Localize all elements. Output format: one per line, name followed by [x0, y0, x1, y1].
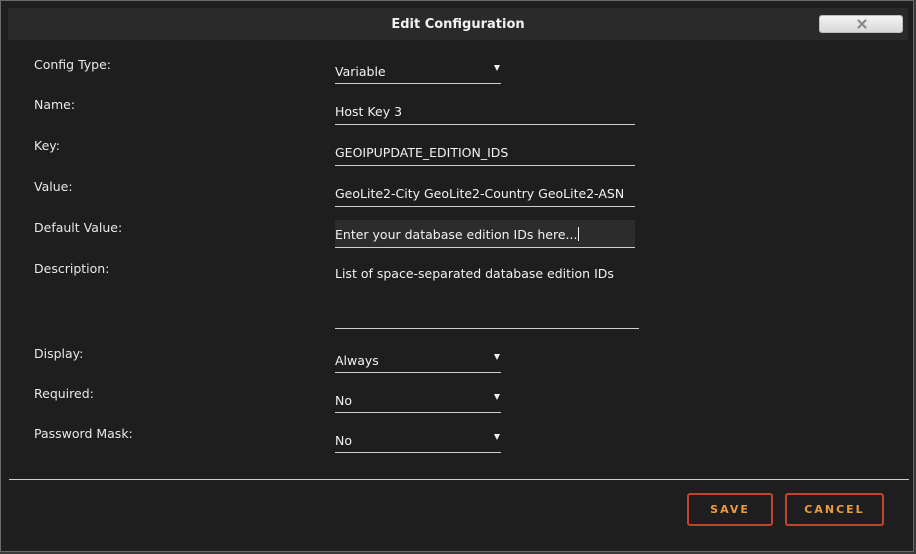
value-input[interactable]: GeoLite2-City GeoLite2-Country GeoLite2-… — [335, 179, 635, 207]
caret-down-icon — [494, 394, 500, 400]
default-value-input[interactable]: Enter your database edition IDs here... — [335, 220, 635, 248]
key-label: Key: — [34, 138, 60, 153]
name-input[interactable]: Host Key 3 — [335, 97, 635, 125]
password-mask-value: No — [335, 433, 352, 448]
dialog-titlebar: Edit Configuration — [8, 8, 908, 40]
config-type-value: Variable — [335, 64, 386, 79]
close-button[interactable] — [819, 15, 903, 33]
key-input[interactable]: GEOIPUPDATE_EDITION_IDS — [335, 138, 635, 166]
description-label: Description: — [34, 261, 110, 276]
footer-divider — [9, 479, 909, 480]
password-mask-select[interactable]: No — [335, 429, 501, 453]
config-type-label: Config Type: — [34, 57, 112, 72]
value-value: GeoLite2-City GeoLite2-Country GeoLite2-… — [335, 186, 625, 201]
description-textarea[interactable]: List of space-separated database edition… — [335, 263, 639, 329]
caret-down-icon — [494, 434, 500, 440]
display-select[interactable]: Always — [335, 349, 501, 373]
caret-down-icon — [494, 65, 500, 71]
text-cursor — [578, 227, 580, 241]
dialog-title: Edit Configuration — [391, 17, 525, 32]
cancel-button[interactable]: CANCEL — [785, 493, 884, 526]
required-value: No — [335, 393, 352, 408]
default-value-label: Default Value: — [34, 220, 123, 235]
required-label: Required: — [34, 386, 94, 401]
description-value: List of space-separated database edition… — [335, 266, 614, 281]
default-value-text: Enter your database edition IDs here... — [335, 227, 580, 242]
key-value: GEOIPUPDATE_EDITION_IDS — [335, 145, 509, 160]
password-mask-label: Password Mask: — [34, 426, 133, 441]
edit-configuration-dialog: Edit Configuration Config Type: Variable… — [0, 0, 914, 552]
display-value: Always — [335, 353, 379, 368]
name-value: Host Key 3 — [335, 104, 403, 119]
caret-down-icon — [494, 354, 500, 360]
value-label: Value: — [34, 179, 73, 194]
default-value-value: Enter your database edition IDs here... — [335, 227, 578, 242]
close-icon — [857, 19, 867, 29]
config-type-select[interactable]: Variable — [335, 60, 501, 84]
display-label: Display: — [34, 346, 84, 361]
name-label: Name: — [34, 97, 76, 112]
required-select[interactable]: No — [335, 389, 501, 413]
save-button[interactable]: SAVE — [687, 493, 773, 526]
